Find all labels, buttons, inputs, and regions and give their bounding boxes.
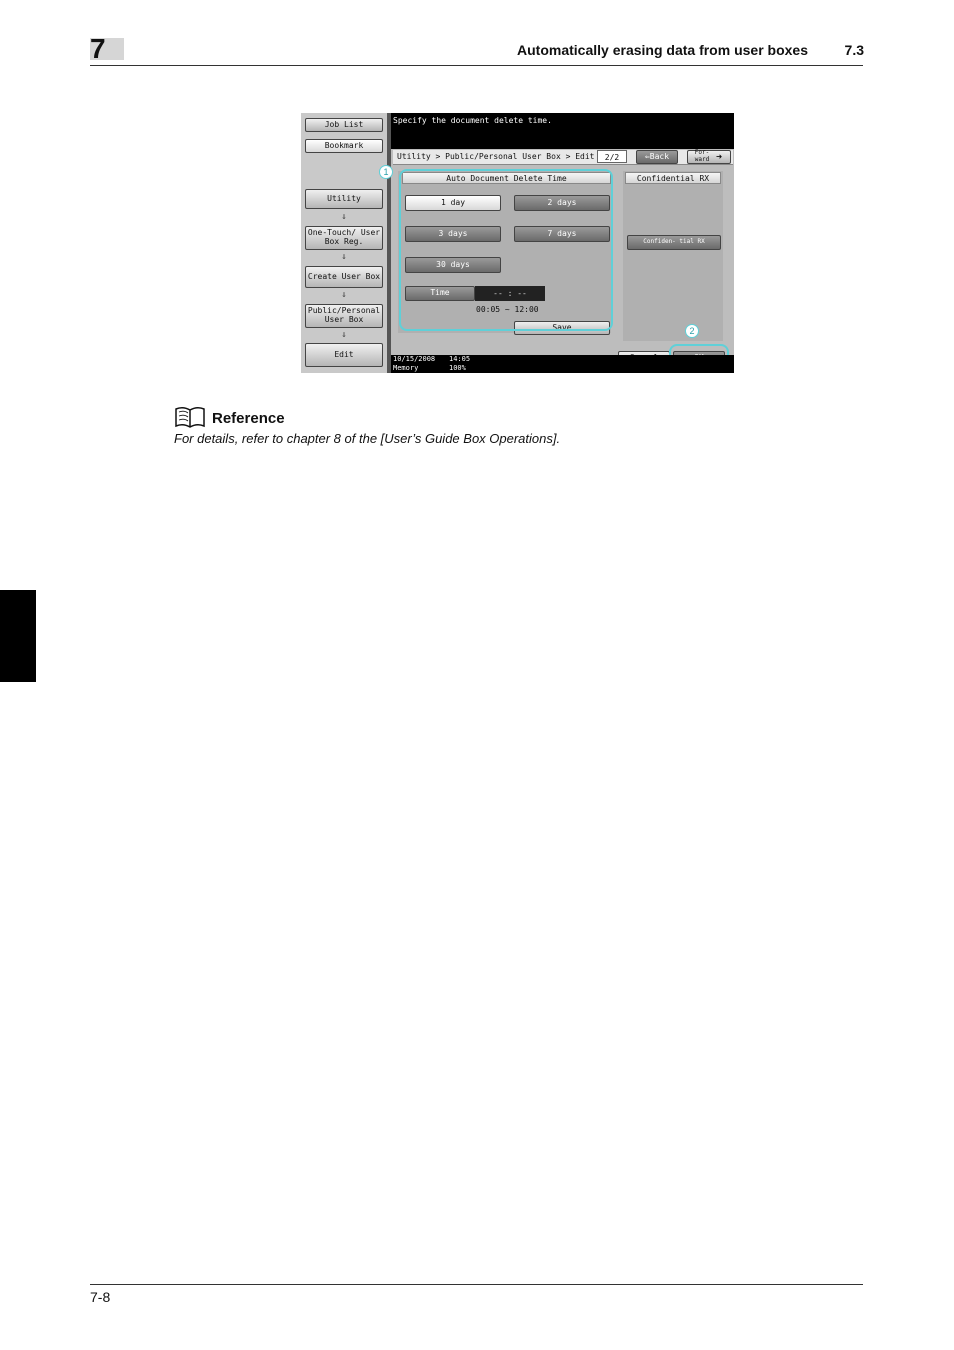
confidential-rx-panel	[623, 171, 723, 341]
confidential-rx-button[interactable]: Confiden- tial RX	[627, 235, 721, 250]
job-list-button[interactable]: Job List	[305, 118, 383, 132]
down-arrow-icon: ⇓	[341, 212, 347, 222]
reference-body: For details, refer to chapter 8 of the […	[174, 431, 561, 446]
status-bar	[391, 355, 734, 373]
status-memory-value: 100%	[449, 364, 466, 372]
down-arrow-icon: ⇓	[341, 252, 347, 262]
status-memory-label: Memory	[393, 364, 419, 372]
down-arrow-icon: ⇓	[341, 290, 347, 300]
chapter-number: 7	[90, 33, 106, 64]
footer-divider	[90, 1284, 863, 1285]
create-user-box-nav-button[interactable]: Create User Box	[305, 266, 383, 288]
bookmark-button[interactable]: Bookmark	[305, 139, 383, 153]
header-divider	[90, 65, 863, 66]
down-arrow-icon: ⇓	[341, 330, 347, 340]
callout-1-marker: 1	[379, 165, 393, 179]
running-header-section: 7.3	[844, 42, 864, 58]
running-header-title: Automatically erasing data from user box…	[517, 42, 808, 58]
right-arrow-icon: ➜	[716, 151, 723, 163]
breadcrumb: Utility > Public/Personal User Box > Edi…	[397, 152, 595, 161]
callout-highlight-1	[399, 169, 613, 331]
callout-2-marker: 2	[685, 324, 699, 338]
status-date: 10/15/2008	[393, 355, 436, 363]
page-indicator: 2/2	[597, 150, 627, 163]
book-reference-icon	[175, 406, 205, 428]
chapter-side-tab	[0, 590, 36, 682]
back-button[interactable]: ⇐Back	[636, 150, 678, 164]
confidential-rx-heading: Confidential RX	[625, 172, 721, 184]
status-time: 14:05	[449, 355, 471, 363]
control-panel-screenshot: Job List Bookmark Utility ⇓ One-Touch/ U…	[301, 113, 734, 373]
one-touch-nav-button[interactable]: One-Touch/ User Box Reg.	[305, 226, 383, 250]
forward-button[interactable]: For- ward ➜	[687, 150, 731, 164]
public-personal-nav-button[interactable]: Public/Personal User Box	[305, 304, 383, 328]
utility-nav-button[interactable]: Utility	[305, 189, 383, 209]
edit-nav-button[interactable]: Edit	[305, 343, 383, 367]
instruction-message: Specify the document delete time.	[393, 116, 552, 125]
reference-title: Reference	[212, 410, 285, 427]
forward-label: For- ward	[694, 149, 710, 163]
page-number: 7-8	[90, 1289, 111, 1305]
